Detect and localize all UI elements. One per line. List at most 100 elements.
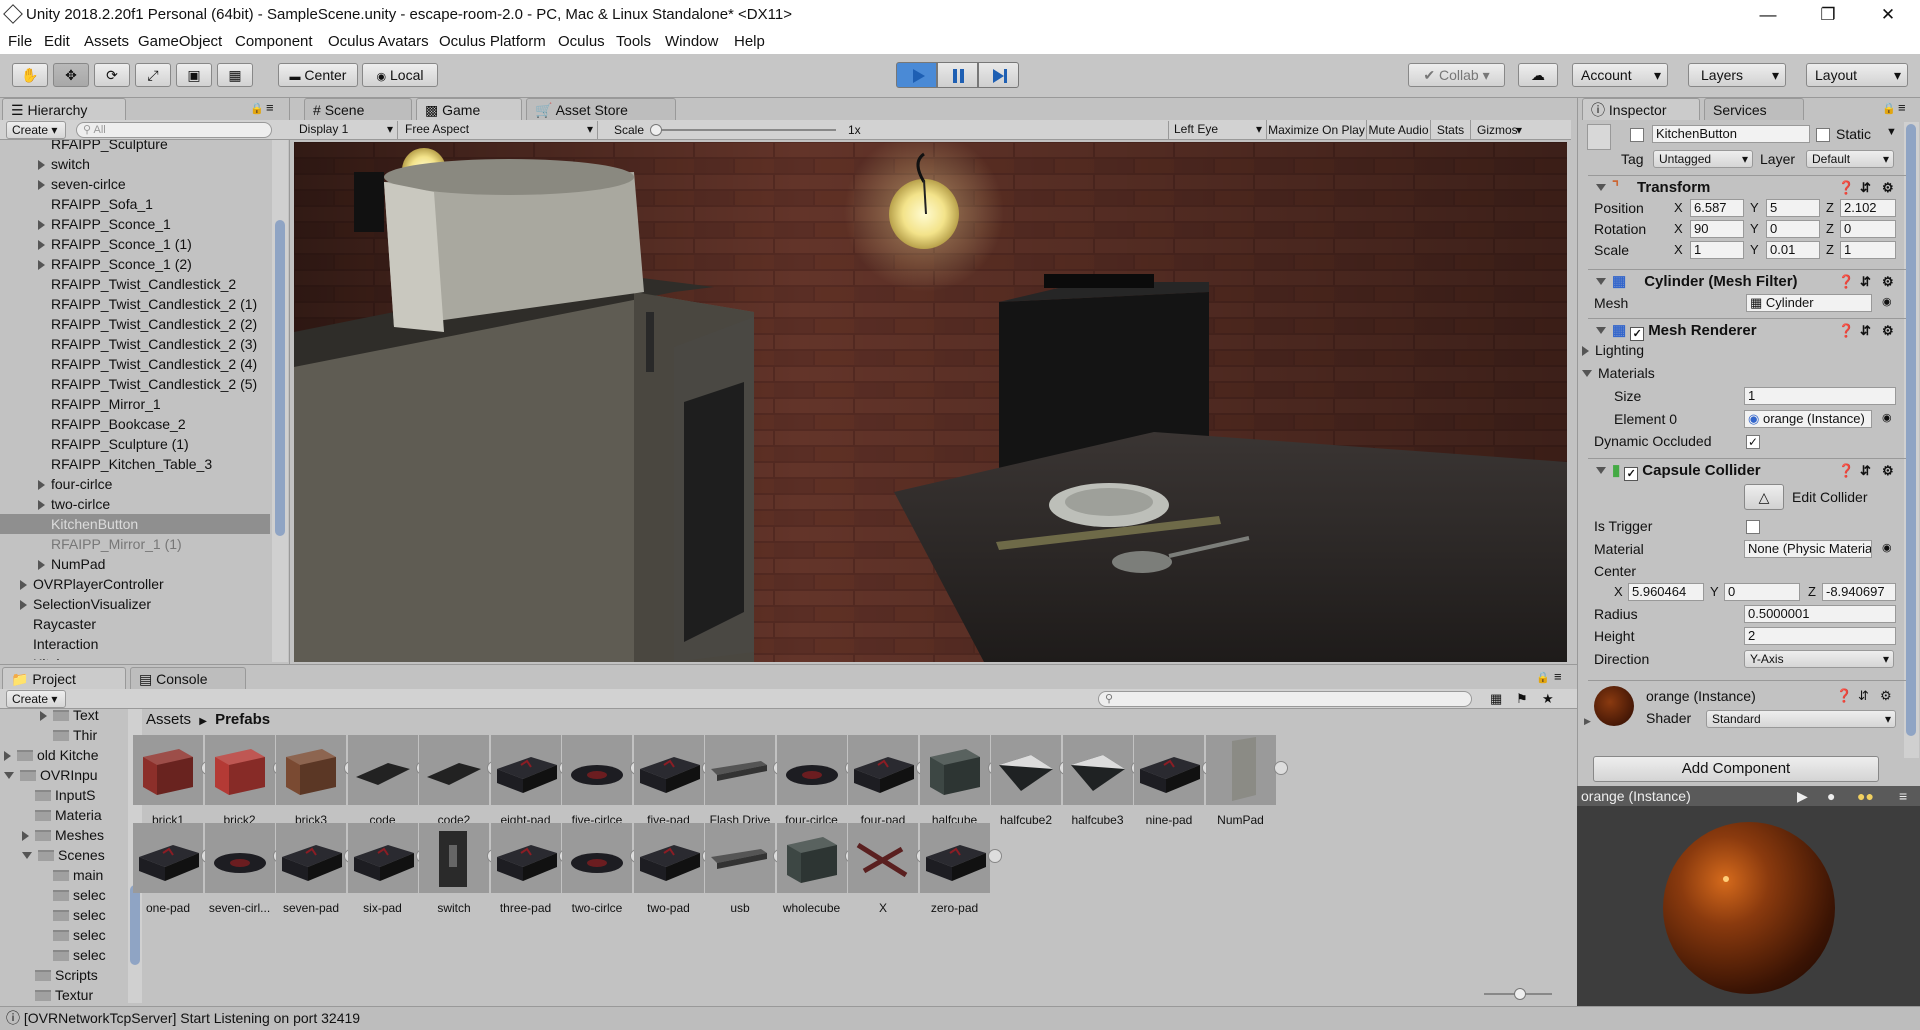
- gear-icon[interactable]: ⚙: [1882, 459, 1894, 483]
- hierarchy-item[interactable]: switch: [0, 154, 270, 174]
- help-icon[interactable]: ❓: [1836, 688, 1852, 704]
- asset-tile[interactable]: NumPad: [1205, 735, 1288, 827]
- tab-services[interactable]: Services: [1704, 98, 1804, 120]
- asset-tile[interactable]: usb: [704, 823, 787, 915]
- breadcrumb-assets[interactable]: Assets: [146, 711, 191, 728]
- material-preview[interactable]: [1577, 806, 1920, 1006]
- expand-arrow-icon[interactable]: [38, 260, 45, 270]
- preset-icon[interactable]: ⇵: [1860, 270, 1871, 294]
- hierarchy-scrollbar[interactable]: [272, 140, 288, 662]
- transform-x-field[interactable]: 90: [1690, 220, 1744, 238]
- play-button[interactable]: [896, 62, 937, 88]
- hierarchy-item[interactable]: RFAIPP_Mirror_1: [0, 394, 270, 414]
- hierarchy-item[interactable]: RFAIPP_Twist_Candlestick_2 (2): [0, 314, 270, 334]
- layout-dropdown[interactable]: Layout ▾: [1806, 63, 1908, 87]
- play-preview-icon[interactable]: ▶: [1797, 786, 1808, 806]
- expand-arrow-icon[interactable]: [22, 831, 29, 841]
- stats-toggle[interactable]: Stats: [1430, 120, 1470, 140]
- hierarchy-item[interactable]: RFAIPP_Twist_Candlestick_2 (4): [0, 354, 270, 374]
- tab-project[interactable]: 📁 Project: [2, 667, 126, 689]
- static-checkbox[interactable]: [1816, 128, 1830, 142]
- gear-icon[interactable]: ⚙: [1880, 688, 1892, 704]
- expand-arrow-icon[interactable]: [40, 711, 47, 721]
- hierarchy-item[interactable]: RFAIPP_Sculpture: [0, 140, 270, 154]
- menu-gameobject[interactable]: GameObject: [138, 33, 222, 50]
- lock-icon[interactable]: 🔒: [1536, 671, 1550, 684]
- expand-arrow-icon[interactable]: [38, 220, 45, 230]
- hierarchy-item[interactable]: RFAIPP_Sconce_1 (1): [0, 234, 270, 254]
- panel-menu-icon[interactable]: ≡: [1899, 786, 1907, 806]
- project-create-dropdown[interactable]: Create ▾: [6, 690, 66, 708]
- hierarchy-item[interactable]: Raycaster: [0, 614, 270, 634]
- transform-z-field[interactable]: 0: [1840, 220, 1896, 238]
- folder-tree-item[interactable]: selec: [0, 905, 129, 925]
- center-z-field[interactable]: -8.940697: [1822, 583, 1896, 601]
- asset-tile[interactable]: eight-pad: [490, 735, 573, 827]
- tab-scene[interactable]: # Scene: [304, 98, 412, 120]
- collapse-arrow-icon[interactable]: [22, 852, 32, 859]
- enabled-checkbox[interactable]: ✓: [1624, 467, 1639, 481]
- object-name-field[interactable]: KitchenButton: [1652, 125, 1810, 143]
- asset-tile[interactable]: Flash Drive: [704, 735, 787, 827]
- hierarchy-item[interactable]: RFAIPP_Sconce_1 (2): [0, 254, 270, 274]
- menu-tools[interactable]: Tools: [616, 33, 651, 50]
- asset-tile[interactable]: three-pad: [490, 823, 573, 915]
- expand-arrow-icon[interactable]: [38, 160, 45, 170]
- help-icon[interactable]: ❓: [1838, 459, 1854, 483]
- scale-tool-button[interactable]: ⤢: [135, 63, 171, 87]
- hierarchy-item[interactable]: RFAIPP_Sculpture (1): [0, 434, 270, 454]
- gear-icon[interactable]: ⚙: [1882, 319, 1894, 343]
- element-field[interactable]: ◉ orange (Instance): [1744, 410, 1872, 428]
- asset-tile[interactable]: seven-pad: [275, 823, 358, 915]
- folder-tree-item[interactable]: OVRInpu: [0, 765, 129, 785]
- transform-y-field[interactable]: 0: [1766, 220, 1820, 238]
- layer-dropdown[interactable]: Default ▾: [1806, 150, 1894, 168]
- hierarchy-item[interactable]: OVRPlayerController: [0, 574, 270, 594]
- folder-tree-item[interactable]: selec: [0, 945, 129, 965]
- asset-tile[interactable]: five-cirlce: [561, 735, 644, 827]
- asset-tile[interactable]: brick1: [132, 735, 215, 827]
- folder-tree-item[interactable]: Textur: [0, 985, 129, 1003]
- hierarchy-item[interactable]: RFAIPP_Sconce_1: [0, 214, 270, 234]
- object-picker-icon[interactable]: ◉: [1882, 411, 1892, 424]
- transform-y-field[interactable]: 5: [1766, 199, 1820, 217]
- hierarchy-item[interactable]: two-cirlce: [0, 494, 270, 514]
- folder-tree-item[interactable]: Meshes: [0, 825, 129, 845]
- folder-tree-item[interactable]: Materia: [0, 805, 129, 825]
- gear-icon[interactable]: ⚙: [1882, 270, 1894, 294]
- account-dropdown[interactable]: Account ▾: [1572, 63, 1668, 87]
- folder-tree-item[interactable]: old Kitche: [0, 745, 129, 765]
- folder-tree-item[interactable]: selec: [0, 885, 129, 905]
- asset-tile[interactable]: five-pad: [633, 735, 716, 827]
- expand-arrow-icon[interactable]: [20, 600, 27, 610]
- materials-foldout[interactable]: Materials: [1582, 365, 1655, 381]
- static-dropdown-icon[interactable]: ▼: [1886, 126, 1897, 138]
- asset-tile[interactable]: seven-cirl...: [204, 823, 287, 915]
- asset-tile[interactable]: code: [347, 735, 430, 827]
- minimize-icon[interactable]: —: [1740, 0, 1796, 30]
- hierarchy-create-dropdown[interactable]: Create ▾: [6, 121, 66, 139]
- shader-dropdown[interactable]: Standard ▾: [1706, 710, 1896, 728]
- menu-oculus[interactable]: Oculus: [558, 33, 605, 50]
- hierarchy-item[interactable]: NumPad: [0, 554, 270, 574]
- asset-tile[interactable]: brick3: [275, 735, 358, 827]
- preset-icon[interactable]: ⇵: [1860, 459, 1871, 483]
- object-picker-icon[interactable]: ◉: [1882, 295, 1892, 308]
- gear-icon[interactable]: ⚙: [1882, 176, 1894, 200]
- slider-knob[interactable]: [1514, 988, 1526, 1000]
- asset-tile[interactable]: two-cirlce: [561, 823, 644, 915]
- pivot-local-button[interactable]: ◉ Local: [362, 63, 438, 87]
- expand-arrow-icon[interactable]: [38, 180, 45, 190]
- center-x-field[interactable]: 5.960464: [1628, 583, 1704, 601]
- filter-type-icon[interactable]: ▦: [1490, 691, 1502, 707]
- folder-tree-item[interactable]: Thir: [0, 725, 129, 745]
- restore-icon[interactable]: ❐: [1800, 0, 1856, 30]
- panel-menu-icon[interactable]: ≡: [1554, 669, 1562, 684]
- hierarchy-item[interactable]: RFAIPP_Kitchen_Table_3: [0, 454, 270, 474]
- transform-z-field[interactable]: 2.102: [1840, 199, 1896, 217]
- hierarchy-item[interactable]: RFAIPP_Twist_Candlestick_2 (1): [0, 294, 270, 314]
- menu-oculus-avatars[interactable]: Oculus Avatars: [328, 33, 429, 50]
- pivot-center-button[interactable]: ▬ Center: [278, 63, 358, 87]
- light-preview-icon[interactable]: ●●: [1857, 786, 1874, 806]
- direction-dropdown[interactable]: Y-Axis ▾: [1744, 650, 1894, 668]
